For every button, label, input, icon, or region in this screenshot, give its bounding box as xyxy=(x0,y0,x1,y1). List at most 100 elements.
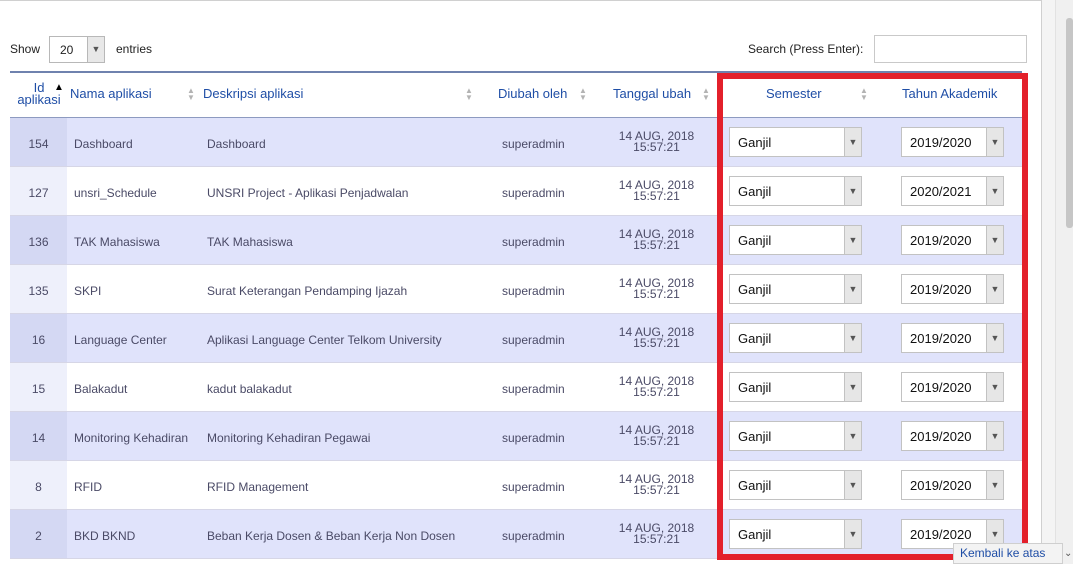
cell-updated-by: superadmin xyxy=(502,235,565,249)
chevron-down-icon[interactable]: ▼ xyxy=(986,226,1003,254)
cell-updated-by: superadmin xyxy=(502,480,565,494)
back-to-top-button[interactable]: Kembali ke atas xyxy=(953,543,1063,564)
cell-id: 154 xyxy=(28,137,49,151)
chevron-down-icon[interactable]: ▼ xyxy=(844,422,861,450)
chevron-down-icon[interactable]: ▼ xyxy=(986,324,1003,352)
chevron-down-icon[interactable]: ▼ xyxy=(986,373,1003,401)
academic-year-select[interactable]: 2019/2020 ▼ xyxy=(901,274,1004,304)
chevron-down-icon[interactable]: ▼ xyxy=(986,177,1003,205)
chevron-down-icon[interactable]: ▼ xyxy=(844,471,861,499)
semester-select[interactable]: Ganjil ▼ xyxy=(729,127,862,157)
academic-year-select[interactable]: 2019/2020 ▼ xyxy=(901,323,1004,353)
cell-updated-date: 14 AUG, 2018 15:57:21 xyxy=(604,522,709,546)
chevron-down-icon[interactable]: ▼ xyxy=(986,275,1003,303)
table-row: 16 Language Center Aplikasi Language Cen… xyxy=(10,314,1022,363)
cell-name: Dashboard xyxy=(74,137,133,151)
column-header-semester[interactable]: Semester xyxy=(766,86,822,101)
column-header-academic-year[interactable]: Tahun Akademik xyxy=(902,86,997,101)
chevron-down-icon[interactable]: ▼ xyxy=(844,373,861,401)
semester-value: Ganjil xyxy=(738,184,772,199)
cell-name: Balakadut xyxy=(74,382,128,396)
semester-value: Ganjil xyxy=(738,527,772,542)
cell-description: UNSRI Project - Aplikasi Penjadwalan xyxy=(207,186,409,200)
semester-select[interactable]: Ganjil ▼ xyxy=(729,421,862,451)
sort-icon[interactable]: ▲ ▼ xyxy=(187,87,195,102)
cell-time: 15:57:21 xyxy=(633,532,680,546)
chevron-down-icon[interactable]: ▼ xyxy=(844,324,861,352)
cell-id: 8 xyxy=(35,480,42,494)
entries-per-page-value: 20 xyxy=(60,43,74,57)
academic-year-select[interactable]: 2019/2020 ▼ xyxy=(901,470,1004,500)
cell-time: 15:57:21 xyxy=(633,434,680,448)
semester-select[interactable]: Ganjil ▼ xyxy=(729,176,862,206)
cell-updated-by: superadmin xyxy=(502,431,565,445)
academic-year-value: 2019/2020 xyxy=(910,429,972,444)
chevron-down-icon[interactable]: ▼ xyxy=(844,128,861,156)
column-header-updated-by[interactable]: Diubah oleh xyxy=(498,86,567,101)
sort-icon[interactable]: ▲ ▼ xyxy=(465,87,473,102)
chevron-down-icon[interactable]: ▼ xyxy=(844,177,861,205)
cell-name: BKD BKND xyxy=(74,529,136,543)
chevron-down-icon[interactable]: ▼ xyxy=(844,275,861,303)
cell-id: 127 xyxy=(28,186,49,200)
semester-select[interactable]: Ganjil ▼ xyxy=(729,372,862,402)
entries-per-page-select[interactable]: 20 ▼ xyxy=(49,36,105,63)
cell-description: TAK Mahasiswa xyxy=(207,235,293,249)
table-row: 15 Balakadut kadut balakadut superadmin … xyxy=(10,363,1022,412)
search-input[interactable] xyxy=(874,35,1027,63)
chevron-down-icon[interactable]: ▼ xyxy=(986,128,1003,156)
search-label: Search (Press Enter): xyxy=(748,42,864,56)
semester-select[interactable]: Ganjil ▼ xyxy=(729,470,862,500)
semester-select[interactable]: Ganjil ▼ xyxy=(729,274,862,304)
chevron-down-icon[interactable]: ▼ xyxy=(87,37,104,62)
cell-id: 16 xyxy=(31,333,46,347)
semester-value: Ganjil xyxy=(738,331,772,346)
cell-id: 2 xyxy=(35,529,42,543)
academic-year-select[interactable]: 2019/2020 ▼ xyxy=(901,421,1004,451)
chevron-down-icon[interactable]: ▼ xyxy=(986,471,1003,499)
academic-year-value: 2019/2020 xyxy=(910,478,972,493)
academic-year-select[interactable]: 2020/2021 ▼ xyxy=(901,176,1004,206)
cell-time: 15:57:21 xyxy=(633,140,680,154)
cell-name: TAK Mahasiswa xyxy=(74,235,160,249)
academic-year-select[interactable]: 2019/2020 ▼ xyxy=(901,127,1004,157)
cell-description: RFID Management xyxy=(207,480,309,494)
chevron-down-icon[interactable]: ▼ xyxy=(844,520,861,548)
cell-id: 14 xyxy=(31,431,46,445)
semester-select[interactable]: Ganjil ▼ xyxy=(729,519,862,549)
academic-year-select[interactable]: 2019/2020 ▼ xyxy=(901,225,1004,255)
column-header-description[interactable]: Deskripsi aplikasi xyxy=(203,86,303,101)
cell-updated-by: superadmin xyxy=(502,529,565,543)
semester-select[interactable]: Ganjil ▼ xyxy=(729,225,862,255)
sort-icon[interactable]: ▲ ▼ xyxy=(702,87,710,102)
sort-icon[interactable]: ▲ ▼ xyxy=(579,87,587,102)
cell-id: 135 xyxy=(28,284,49,298)
chevron-down-icon[interactable]: ▼ xyxy=(844,226,861,254)
academic-year-select[interactable]: 2019/2020 ▼ xyxy=(901,372,1004,402)
cell-name: SKPI xyxy=(74,284,102,298)
academic-year-value: 2019/2020 xyxy=(910,331,972,346)
table-row: 127 unsri_Schedule UNSRI Project - Aplik… xyxy=(10,167,1022,216)
semester-select[interactable]: Ganjil ▼ xyxy=(729,323,862,353)
scrollbar-thumb[interactable] xyxy=(1066,18,1073,228)
column-header-name[interactable]: Nama aplikasi xyxy=(70,86,152,101)
academic-year-value: 2019/2020 xyxy=(910,380,972,395)
cell-description: Aplikasi Language Center Telkom Universi… xyxy=(207,333,442,347)
cell-name: Monitoring Kehadiran xyxy=(74,431,189,445)
sort-icon[interactable]: ▲ ▼ xyxy=(860,87,868,102)
sort-asc-icon[interactable]: ▲ xyxy=(54,83,64,93)
cell-name: unsri_Schedule xyxy=(74,186,157,200)
cell-description: Beban Kerja Dosen & Beban Kerja Non Dose… xyxy=(207,529,456,543)
cell-updated-date: 14 AUG, 2018 15:57:21 xyxy=(604,473,709,496)
cell-updated-by: superadmin xyxy=(502,186,565,200)
cell-description: Surat Keterangan Pendamping Ijazah xyxy=(207,284,408,298)
cell-id: 15 xyxy=(31,382,46,396)
academic-year-value: 2019/2020 xyxy=(910,527,972,542)
chevron-down-icon[interactable]: ▼ xyxy=(986,422,1003,450)
scroll-down-icon[interactable]: ⌄ xyxy=(1064,548,1072,559)
table-row: 8 RFID RFID Management superadmin 14 AUG… xyxy=(10,461,1022,510)
table-row: 135 SKPI Surat Keterangan Pendamping Ija… xyxy=(10,265,1022,314)
column-header-updated-date[interactable]: Tanggal ubah xyxy=(613,86,691,101)
table-row: 136 TAK Mahasiswa TAK Mahasiswa superadm… xyxy=(10,216,1022,265)
academic-year-value: 2019/2020 xyxy=(910,233,972,248)
